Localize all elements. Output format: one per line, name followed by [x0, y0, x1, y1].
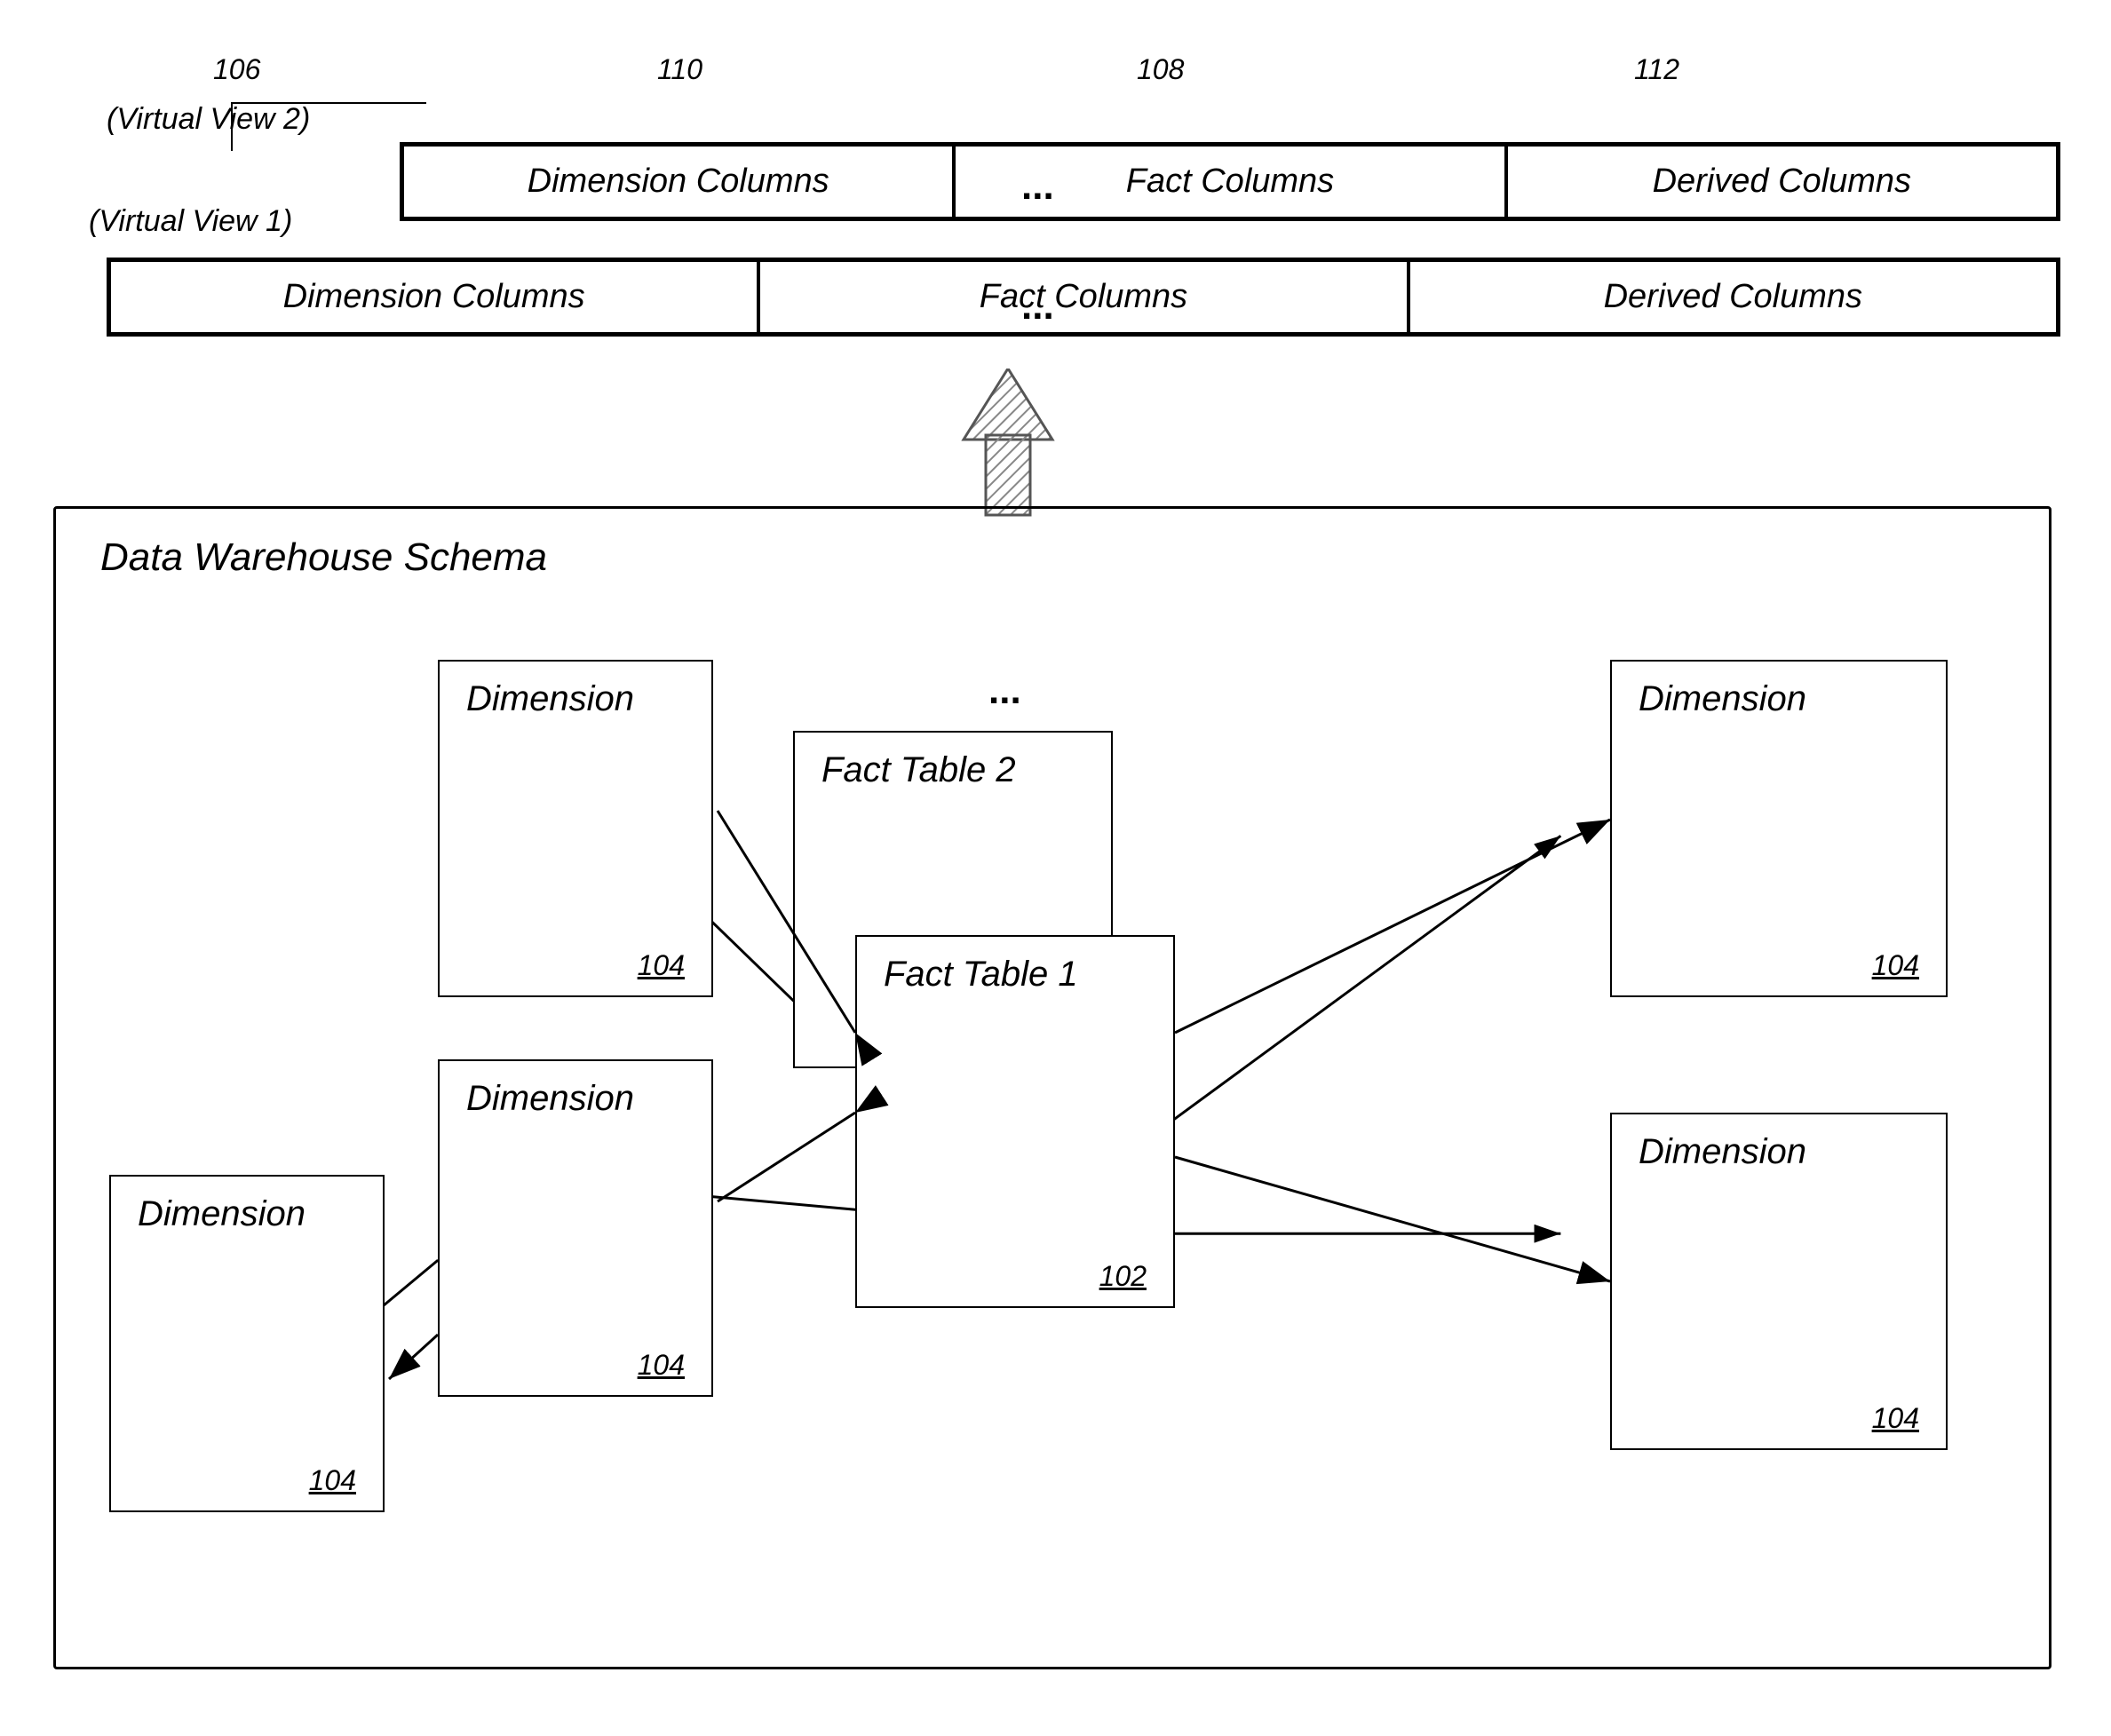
dim-top-right-ref: 104: [1872, 949, 1919, 982]
dim-bot-right-ref: 104: [1872, 1402, 1919, 1435]
dim-box-bot-mid: Dimension 104: [438, 1059, 713, 1397]
row2-dots: ...: [1021, 284, 1054, 329]
ref-110: 110: [657, 53, 702, 86]
dim-bot-mid-ref: 104: [638, 1349, 685, 1382]
dw-schema-title: Data Warehouse Schema: [100, 535, 547, 580]
dim-bot-right-title: Dimension: [1639, 1132, 1806, 1172]
ref-112: 112: [1634, 53, 1679, 86]
row1-dots: ...: [1021, 164, 1054, 209]
dim-left-title: Dimension: [138, 1194, 306, 1234]
fact-table-1-ref: 102: [1099, 1260, 1147, 1293]
virtual-view-2-row: Dimension Columns Fact Columns Derived C…: [400, 142, 2060, 221]
vv1-fact-columns: Fact Columns: [758, 260, 1408, 334]
fact-table-1-title: Fact Table 1: [884, 955, 1078, 995]
ref-106: 106: [213, 53, 260, 86]
fact-table-1-box: Fact Table 1 102: [855, 935, 1175, 1308]
dim-box-bot-right: Dimension 104: [1610, 1113, 1948, 1450]
main-container: 106 110 108 112 (Virtual View 2) (Virtua…: [0, 0, 2111, 1736]
dim-top-right-title: Dimension: [1639, 679, 1806, 719]
dim-bot-mid-title: Dimension: [466, 1079, 634, 1119]
dim-box-left: Dimension 104: [109, 1175, 385, 1512]
virtual-view-1-row: Dimension Columns Fact Columns Derived C…: [107, 258, 2060, 337]
ref-108: 108: [1137, 53, 1184, 86]
data-warehouse-schema-box: Data Warehouse Schema Dimension: [53, 506, 2051, 1669]
virtual-view-1-label: (Virtual View 1): [89, 204, 292, 239]
dim-left-ref: 104: [309, 1464, 356, 1497]
vv2-derived-columns: Derived Columns: [1506, 145, 2058, 218]
dim-top-mid-ref: 104: [638, 949, 685, 982]
vv1-dim-columns: Dimension Columns: [109, 260, 758, 334]
dim-box-top-right: Dimension 104: [1610, 660, 1948, 997]
upward-arrow: [955, 369, 1061, 519]
schema-dots: ...: [988, 669, 1021, 713]
dim-top-mid-title: Dimension: [466, 679, 634, 719]
dim-box-top-mid: Dimension 104: [438, 660, 713, 997]
vv1-derived-columns: Derived Columns: [1409, 260, 2058, 334]
vv2-dim-columns: Dimension Columns: [402, 145, 954, 218]
virtual-view-2-label: (Virtual View 2): [107, 102, 310, 137]
fact-table-2-title: Fact Table 2: [821, 750, 1016, 790]
